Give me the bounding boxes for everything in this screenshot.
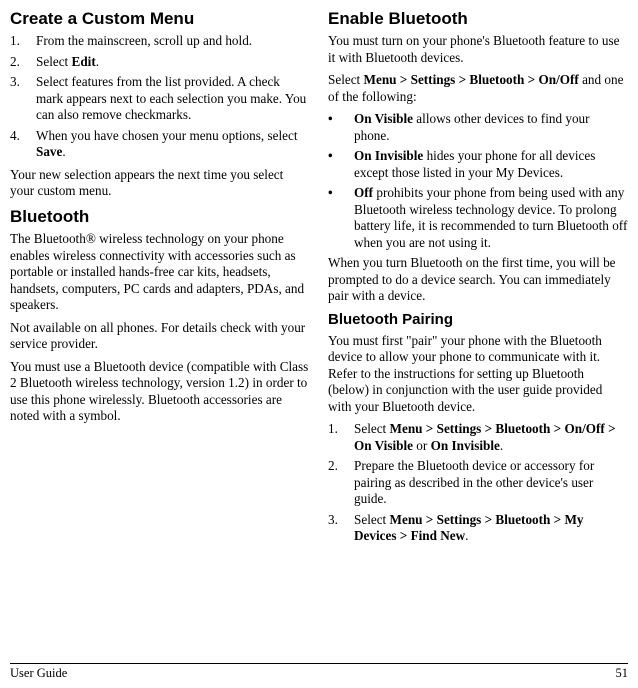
create-menu-steps: 1. From the mainscreen, scroll up and ho… xyxy=(10,33,310,161)
bullet-off: • Off prohibits your phone from being us… xyxy=(328,185,628,251)
bullet-on-visible: • On Visible allows other devices to fin… xyxy=(328,111,628,144)
footer-left: User Guide xyxy=(10,666,67,682)
right-column: Enable Bluetooth You must turn on your p… xyxy=(328,8,628,658)
paragraph: Your new selection appears the next time… xyxy=(10,167,310,200)
step-1: 1. From the mainscreen, scroll up and ho… xyxy=(10,33,310,50)
paragraph: Not available on all phones. For details… xyxy=(10,320,310,353)
pairing-steps: 1. Select Menu > Settings > Bluetooth > … xyxy=(328,421,628,545)
step-2: 2. Prepare the Bluetooth device or acces… xyxy=(328,458,628,508)
step-3: 3. Select features from the list provide… xyxy=(10,74,310,124)
step-2: 2. Select Edit. xyxy=(10,54,310,71)
paragraph: When you turn Bluetooth on the first tim… xyxy=(328,255,628,305)
bullet-on-invisible: • On Invisible hides your phone for all … xyxy=(328,148,628,181)
paragraph: You must turn on your phone's Bluetooth … xyxy=(328,33,628,66)
step-3: 3. Select Menu > Settings > Bluetooth > … xyxy=(328,512,628,545)
paragraph: You must first "pair" your phone with th… xyxy=(328,333,628,416)
heading-enable-bluetooth: Enable Bluetooth xyxy=(328,8,628,29)
left-column: Create a Custom Menu 1. From the mainscr… xyxy=(10,8,310,658)
paragraph: Select Menu > Settings > Bluetooth > On/… xyxy=(328,72,628,105)
step-1: 1. Select Menu > Settings > Bluetooth > … xyxy=(328,421,628,454)
bullet-list: • On Visible allows other devices to fin… xyxy=(328,111,628,251)
step-4: 4. When you have chosen your menu option… xyxy=(10,128,310,161)
paragraph: You must use a Bluetooth device (compati… xyxy=(10,359,310,425)
heading-create-menu: Create a Custom Menu xyxy=(10,8,310,29)
page-number: 51 xyxy=(616,666,629,682)
paragraph: The Bluetooth® wireless technology on yo… xyxy=(10,231,310,314)
footer: User Guide 51 xyxy=(10,663,628,682)
heading-bluetooth-pairing: Bluetooth Pairing xyxy=(328,311,628,330)
heading-bluetooth: Bluetooth xyxy=(10,206,310,227)
